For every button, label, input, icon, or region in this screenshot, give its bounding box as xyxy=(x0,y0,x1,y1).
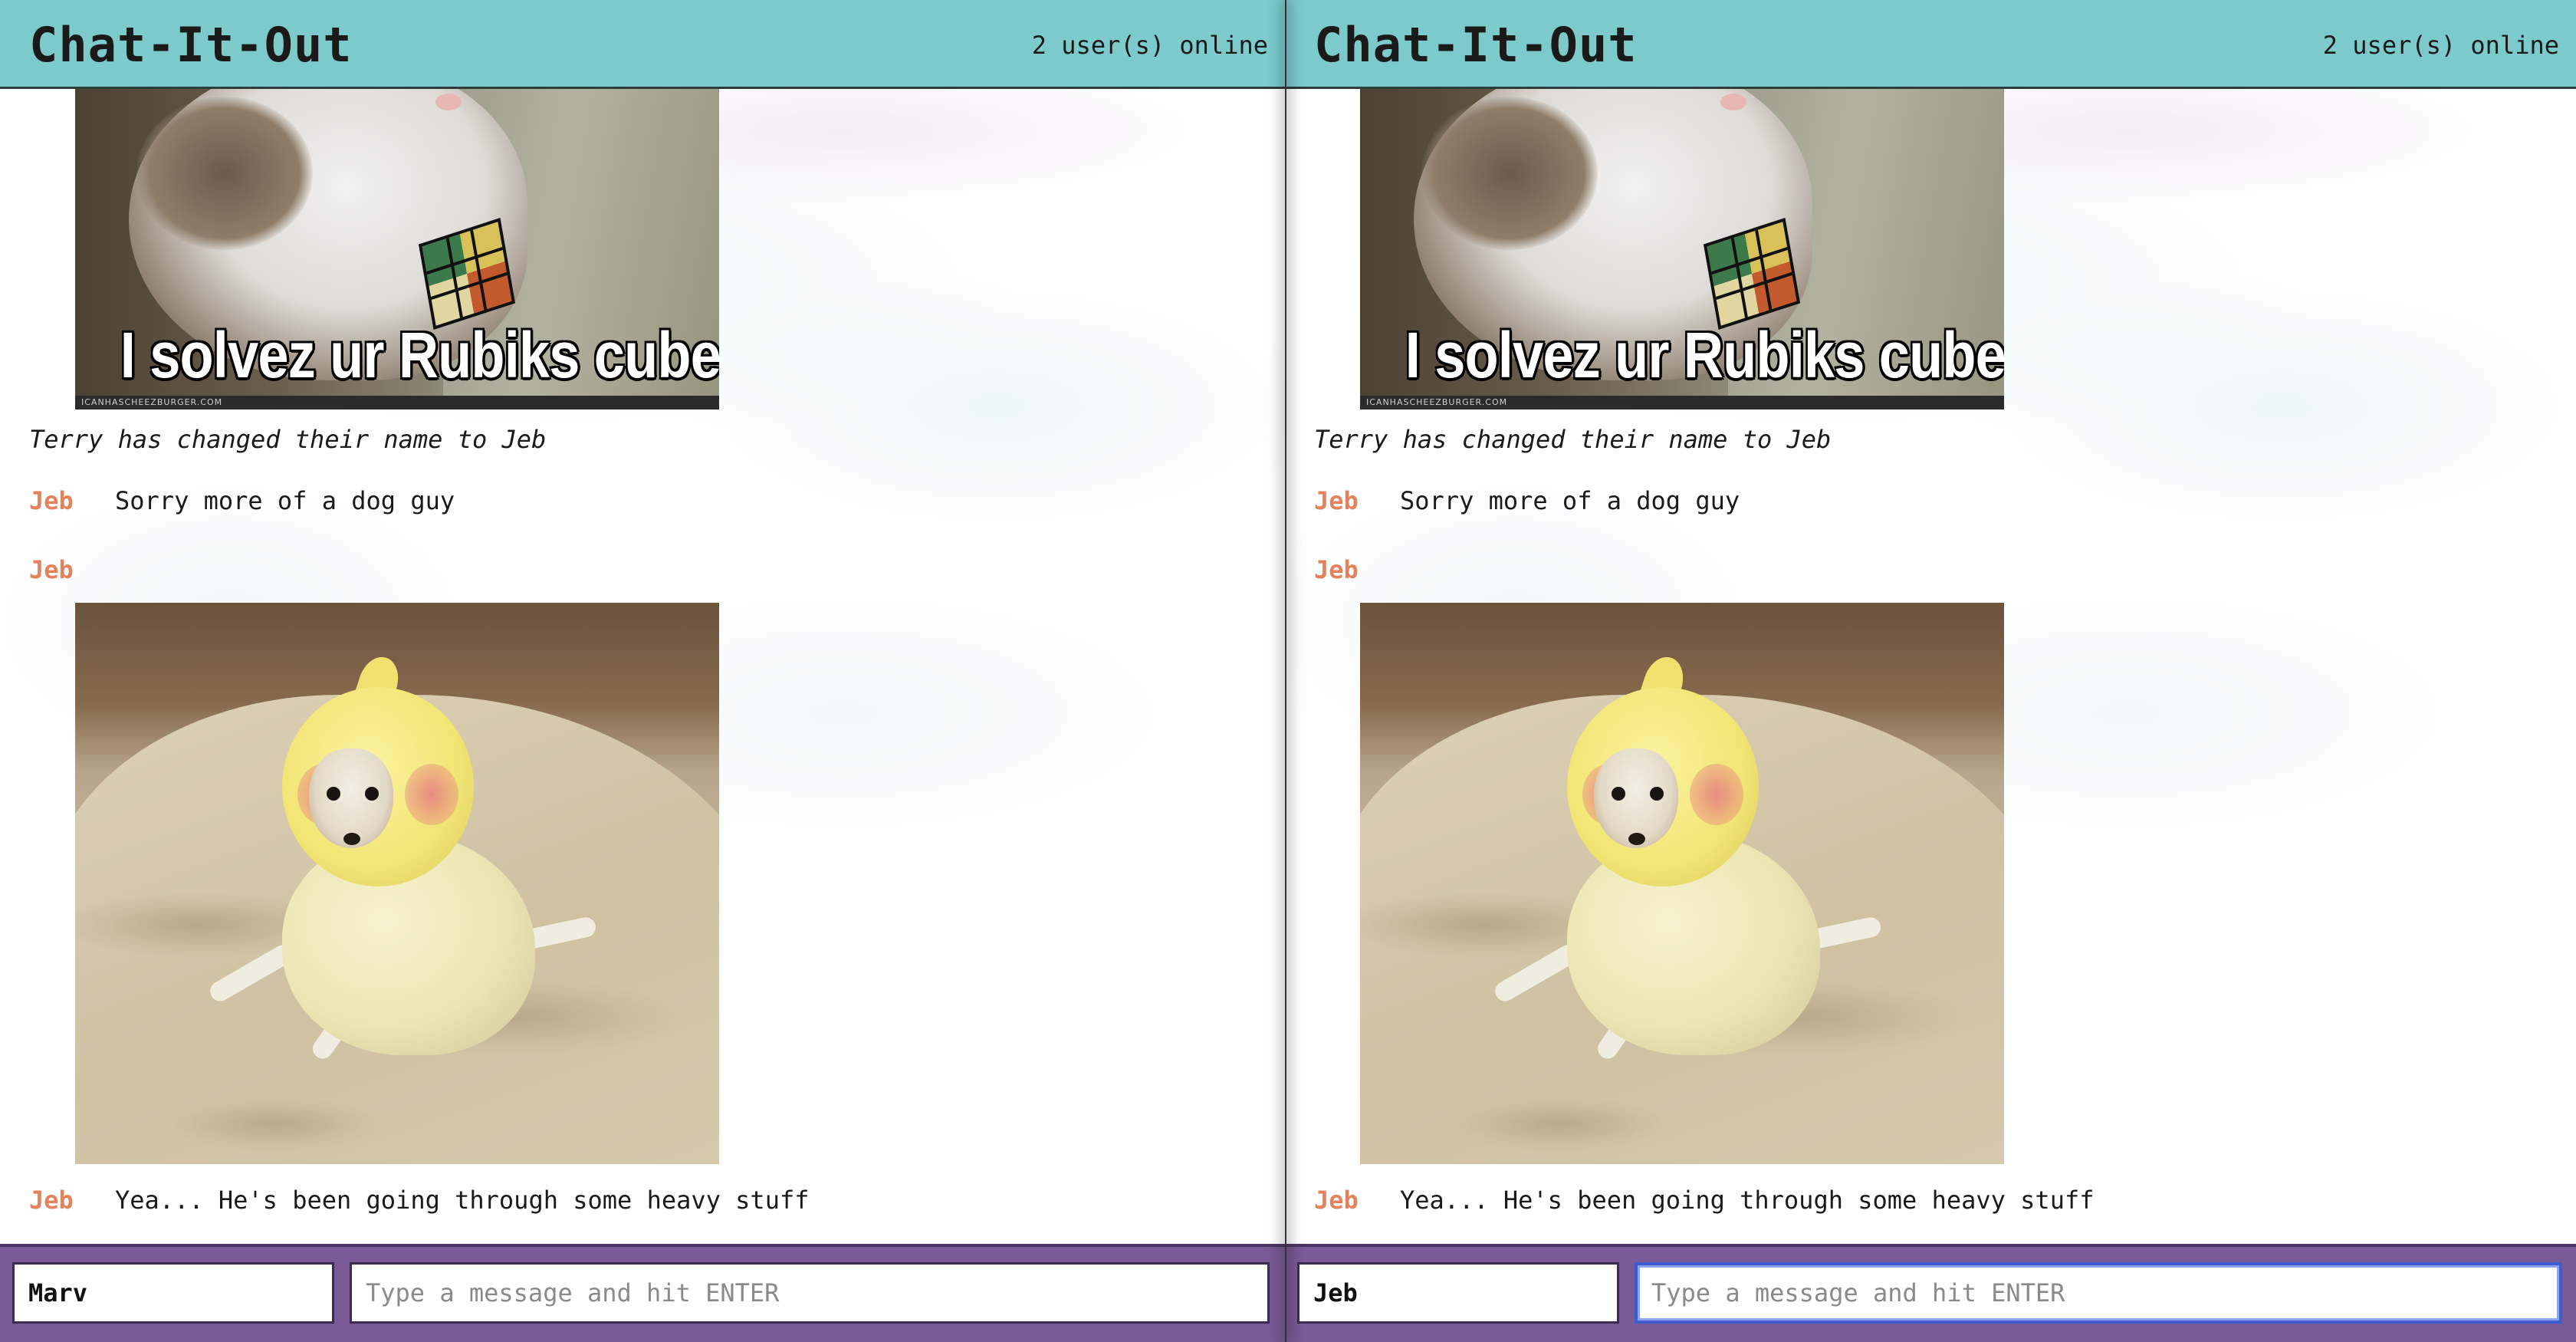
message-input[interactable] xyxy=(1635,1262,2562,1324)
dog-photo-eye xyxy=(327,787,340,801)
chat-footer xyxy=(1285,1244,2576,1342)
message-author: Jeb xyxy=(1314,486,1359,515)
message-text: Yea... He's been going through some heav… xyxy=(1400,1186,2095,1215)
dog-photo-eye xyxy=(1612,787,1625,801)
message-author: Jeb xyxy=(29,1186,74,1215)
chat-message: Jeb Yea... He's been going through some … xyxy=(29,1186,809,1215)
meme-caption: I solvez ur Rubiks cube xyxy=(1405,319,2004,391)
dog-photo-cheek xyxy=(405,764,458,825)
message-image-cat-meme[interactable]: I solvez ur Rubiks cube ICANHASCHEEZBURG… xyxy=(75,89,719,410)
message-list[interactable]: I solvez ur Rubiks cube ICANHASCHEEZBURG… xyxy=(0,89,1285,1244)
message-text: Yea... He's been going through some heav… xyxy=(115,1186,810,1215)
message-text: Sorry more of a dog guy xyxy=(1400,486,1740,515)
app-title: Chat-It-Out xyxy=(1314,17,1638,73)
cat-photo: I solvez ur Rubiks cube ICANHASCHEEZBURG… xyxy=(1360,89,2004,410)
chat-message: Jeb Yea... He's been going through some … xyxy=(1314,1186,2094,1215)
message-text: Sorry more of a dog guy xyxy=(115,486,455,515)
message-author: Jeb xyxy=(1314,555,1359,584)
meme-watermark: ICANHASCHEEZBURGER.COM xyxy=(75,396,719,410)
cat-photo-spot xyxy=(1421,97,1598,250)
chat-window-left: Chat-It-Out 2 user(s) online I solvez ur… xyxy=(0,0,1285,1342)
cat-photo: I solvez ur Rubiks cube ICANHASCHEEZBURG… xyxy=(75,89,719,410)
cat-photo-nose xyxy=(435,94,462,110)
chat-footer xyxy=(0,1244,1285,1342)
online-users-count: 2 user(s) online xyxy=(2322,31,2559,60)
cat-photo-nose xyxy=(1720,94,1746,110)
app-title: Chat-It-Out xyxy=(29,17,353,73)
app-header: Chat-It-Out 2 user(s) online xyxy=(0,0,1285,89)
online-users-count: 2 user(s) online xyxy=(1031,31,1268,60)
dog-photo-eye xyxy=(1650,787,1664,801)
chat-message: Jeb Sorry more of a dog guy xyxy=(1314,486,1740,515)
chat-message: Jeb xyxy=(1314,555,1400,584)
dog-photo xyxy=(75,603,719,1164)
screen: Chat-It-Out 2 user(s) online I solvez ur… xyxy=(0,0,2576,1342)
cat-photo-spot xyxy=(136,97,313,250)
message-author: Jeb xyxy=(29,486,74,515)
message-author: Jeb xyxy=(1314,1186,1359,1215)
system-message: Terry has changed their name to Jeb xyxy=(29,425,547,454)
app-header: Chat-It-Out 2 user(s) online xyxy=(1285,0,2576,89)
message-image-dog[interactable] xyxy=(1360,603,2004,1164)
dog-photo-nose xyxy=(343,833,360,845)
message-input[interactable] xyxy=(350,1262,1270,1324)
dog-photo-nose xyxy=(1628,833,1645,845)
dog-photo-eye xyxy=(365,787,379,801)
username-input[interactable] xyxy=(1297,1262,1619,1324)
dog-photo xyxy=(1360,603,2004,1164)
meme-watermark: ICANHASCHEEZBURGER.COM xyxy=(1360,396,2004,410)
message-image-dog[interactable] xyxy=(75,603,719,1164)
message-image-cat-meme[interactable]: I solvez ur Rubiks cube ICANHASCHEEZBURG… xyxy=(1360,89,2004,410)
message-list[interactable]: I solvez ur Rubiks cube ICANHASCHEEZBURG… xyxy=(1285,89,2576,1244)
system-message: Terry has changed their name to Jeb xyxy=(1314,425,1832,454)
message-author: Jeb xyxy=(29,555,74,584)
window-divider xyxy=(1285,0,1286,1342)
chat-message: Jeb Sorry more of a dog guy xyxy=(29,486,455,515)
meme-caption: I solvez ur Rubiks cube xyxy=(120,319,719,391)
dog-photo-cheek xyxy=(1690,764,1743,825)
chat-window-right: Chat-It-Out 2 user(s) online I solvez ur… xyxy=(1285,0,2576,1342)
chat-message: Jeb xyxy=(29,555,115,584)
username-input[interactable] xyxy=(12,1262,334,1324)
